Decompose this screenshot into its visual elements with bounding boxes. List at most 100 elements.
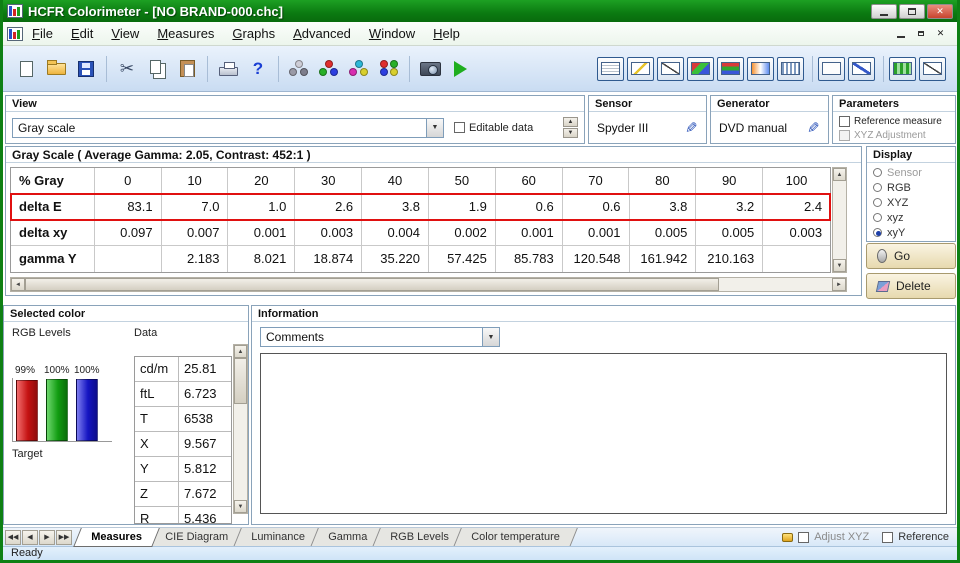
secondaries-button[interactable] xyxy=(344,54,374,84)
palette-button[interactable] xyxy=(374,54,404,84)
primaries-button[interactable] xyxy=(314,54,344,84)
save-button[interactable] xyxy=(71,54,101,84)
table-cell[interactable]: 0.097 xyxy=(95,220,162,246)
table-cell[interactable]: 0.005 xyxy=(696,220,763,246)
graph-color-temperature-button[interactable] xyxy=(747,57,774,81)
menu-file[interactable]: File xyxy=(23,23,62,44)
scroll-left-icon[interactable]: ◄ xyxy=(11,278,25,291)
menu-view[interactable]: View xyxy=(102,23,148,44)
table-cell[interactable]: 1.0 xyxy=(228,194,295,220)
snapshot-button[interactable] xyxy=(415,54,445,84)
table-cell[interactable]: 0.001 xyxy=(228,220,295,246)
mdi-close-button[interactable]: ✕ xyxy=(932,27,949,41)
menu-window[interactable]: Window xyxy=(360,23,424,44)
view-select[interactable]: Gray scale ▼ xyxy=(12,118,444,138)
table-cell[interactable]: 210.163 xyxy=(696,246,763,272)
display-option-xyz-upper[interactable]: XYZ xyxy=(873,195,949,210)
scroll-up-icon[interactable]: ▲ xyxy=(234,345,247,358)
data-vertical-scrollbar[interactable]: ▲ ▼ xyxy=(233,344,248,514)
table-cell[interactable]: 0.004 xyxy=(362,220,429,246)
table-cell[interactable]: 0.001 xyxy=(563,220,630,246)
tab-color-temperature[interactable]: Color temperature xyxy=(454,528,578,547)
blue-curve-button[interactable] xyxy=(919,57,946,81)
table-cell[interactable]: 0.003 xyxy=(763,220,830,246)
print-button[interactable] xyxy=(213,54,243,84)
spinner-up-button[interactable]: ▲ xyxy=(563,117,578,127)
information-select[interactable]: Comments ▼ xyxy=(260,327,500,347)
mdi-minimize-button[interactable] xyxy=(892,27,909,41)
table-cell[interactable]: 2.4 xyxy=(763,194,830,220)
table-cell[interactable]: 3.8 xyxy=(362,194,429,220)
editable-data-checkbox[interactable] xyxy=(454,122,465,133)
table-cell[interactable]: 8.021 xyxy=(228,246,295,272)
table-cell[interactable]: 35.220 xyxy=(362,246,429,272)
graph-measures-button[interactable] xyxy=(597,57,624,81)
help-button[interactable]: ? xyxy=(243,54,273,84)
table-cell[interactable]: 161.942 xyxy=(630,246,697,272)
new-file-button[interactable] xyxy=(11,54,41,84)
menu-edit[interactable]: Edit xyxy=(62,23,102,44)
cut-button[interactable]: ✂ xyxy=(112,54,142,84)
minimize-button[interactable] xyxy=(871,4,897,19)
scroll-up-icon[interactable]: ▲ xyxy=(833,168,846,181)
table-cell[interactable]: 3.2 xyxy=(696,194,763,220)
menu-advanced[interactable]: Advanced xyxy=(284,23,360,44)
display-option-xyz-lower[interactable]: xyz xyxy=(873,210,949,225)
tab-measures[interactable]: Measures xyxy=(73,528,159,547)
graph-cie-button[interactable] xyxy=(687,57,714,81)
graph-luminance-button[interactable] xyxy=(657,57,684,81)
copy-button[interactable] xyxy=(142,54,172,84)
table-cell[interactable] xyxy=(95,246,162,272)
run-measure-button[interactable] xyxy=(445,54,475,84)
table-cell[interactable]: 2.183 xyxy=(162,246,229,272)
display-option-rgb[interactable]: RGB xyxy=(873,180,949,195)
menu-help[interactable]: Help xyxy=(424,23,469,44)
reference-measure-checkbox[interactable] xyxy=(839,116,850,127)
table-row-delta-xy[interactable]: delta xy 0.097 0.007 0.001 0.003 0.004 0… xyxy=(11,220,830,246)
table-cell[interactable]: 0.001 xyxy=(496,220,563,246)
tab-cie-diagram[interactable]: CIE Diagram xyxy=(147,528,246,547)
scrollbar-thumb[interactable] xyxy=(234,358,247,404)
green-levels-button[interactable] xyxy=(889,57,916,81)
scrollbar-thumb[interactable] xyxy=(25,278,719,291)
maximize-button[interactable] xyxy=(899,4,925,19)
table-cell[interactable]: 18.874 xyxy=(295,246,362,272)
scroll-right-icon[interactable]: ► xyxy=(832,278,846,291)
monitor-b-button[interactable] xyxy=(848,57,875,81)
tab-scroll-next-button[interactable]: ▶ xyxy=(39,530,55,545)
table-cell[interactable]: 7.0 xyxy=(162,194,229,220)
go-button[interactable]: Go xyxy=(866,243,956,269)
table-cell[interactable]: 85.783 xyxy=(496,246,563,272)
graph-gamma-button[interactable] xyxy=(627,57,654,81)
menu-measures[interactable]: Measures xyxy=(148,23,223,44)
radio-icon[interactable] xyxy=(873,183,882,192)
radio-selected-icon[interactable] xyxy=(873,228,882,237)
table-row-gamma-y[interactable]: gamma Y 2.183 8.021 18.874 35.220 57.425… xyxy=(11,246,830,272)
edit-sensor-icon[interactable]: ✎ xyxy=(685,119,698,137)
reference-measure-option[interactable]: Reference measure xyxy=(839,114,949,128)
table-cell[interactable]: 0.003 xyxy=(295,220,362,246)
spinner-down-button[interactable]: ▼ xyxy=(563,128,578,138)
table-cell[interactable] xyxy=(763,246,830,272)
mdi-restore-button[interactable] xyxy=(912,27,929,41)
close-button[interactable]: ✕ xyxy=(927,4,953,19)
sensor-settings-button[interactable] xyxy=(284,54,314,84)
table-cell[interactable]: 1.9 xyxy=(429,194,496,220)
tab-scroll-first-button[interactable]: ◀◀ xyxy=(5,530,21,545)
display-option-xyy[interactable]: xyY xyxy=(873,225,949,240)
table-cell[interactable]: 0.6 xyxy=(496,194,563,220)
tab-scroll-prev-button[interactable]: ◀ xyxy=(22,530,38,545)
table-cell[interactable]: 2.6 xyxy=(295,194,362,220)
radio-icon[interactable] xyxy=(873,213,882,222)
table-cell[interactable]: 0.6 xyxy=(563,194,630,220)
tab-luminance[interactable]: Luminance xyxy=(233,528,323,547)
table-cell[interactable]: 3.8 xyxy=(630,194,697,220)
scroll-down-icon[interactable]: ▼ xyxy=(234,500,247,513)
table-horizontal-scrollbar[interactable]: ◄ ► xyxy=(10,277,847,292)
tab-rgb-levels[interactable]: RGB Levels xyxy=(372,528,466,547)
table-cell[interactable]: 83.1 xyxy=(95,194,162,220)
radio-icon[interactable] xyxy=(873,198,882,207)
menu-graphs[interactable]: Graphs xyxy=(223,23,284,44)
scroll-down-icon[interactable]: ▼ xyxy=(833,259,846,272)
graph-histogram-button[interactable] xyxy=(777,57,804,81)
